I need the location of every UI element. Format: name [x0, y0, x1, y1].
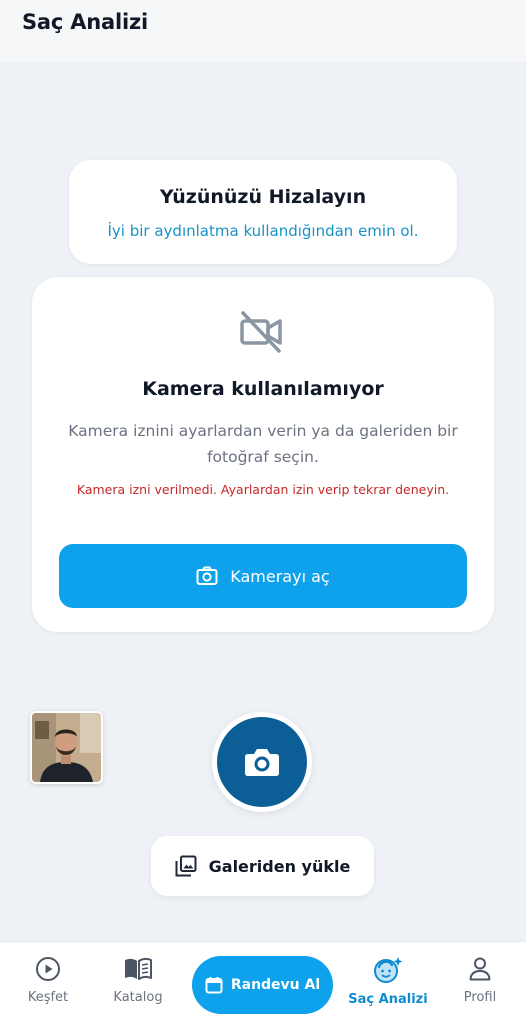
align-face-card: Yüzünüzü Hizalayın İyi bir aydınlatma ku…	[69, 160, 457, 264]
upload-from-gallery-button[interactable]: Galeriden yükle	[151, 836, 374, 896]
align-card-title: Yüzünüzü Hizalayın	[159, 186, 367, 208]
open-camera-button[interactable]: Kamerayı aç	[59, 544, 467, 608]
nav-label-profil: Profil	[463, 990, 497, 1005]
camera-unavailable-card: Kamera kullanılamıyor Kamera iznini ayar…	[32, 277, 494, 632]
nav-item-kesfet[interactable]: Keşfet	[0, 956, 96, 1005]
screen: Saç Analizi Yüzünüzü Hizalayın İyi bir a…	[0, 0, 526, 1024]
capture-button-inner	[217, 717, 307, 807]
capture-button[interactable]	[212, 712, 312, 812]
calendar-icon	[205, 977, 223, 994]
gallery-button-label: Galeriden yükle	[208, 856, 351, 876]
camera-icon	[196, 566, 218, 585]
nav-label-sac-analizi: Saç Analizi	[348, 992, 428, 1007]
face-sparkle-icon	[374, 957, 403, 983]
bottom-navigation: Keşfet Katalog Randevu Al Saç Analizi Pr…	[0, 941, 526, 1024]
nav-label-katalog: Katalog	[113, 990, 163, 1005]
align-card-subtitle: İyi bir aydınlatma kullandığından emin o…	[107, 222, 419, 240]
last-photo-thumbnail[interactable]	[30, 711, 103, 784]
nav-label-kesfet: Keşfet	[27, 990, 69, 1005]
book-appointment-button[interactable]: Randevu Al	[192, 956, 333, 1014]
profile-photo	[32, 713, 101, 782]
book-icon	[125, 957, 152, 980]
play-circle-icon	[36, 957, 60, 981]
open-camera-label: Kamerayı aç	[230, 566, 330, 586]
camera-off-icon	[240, 311, 282, 353]
camera-icon	[245, 749, 279, 776]
appointment-label: Randevu Al	[230, 977, 321, 993]
page-title: Saç Analizi	[22, 10, 149, 34]
person-icon	[469, 957, 491, 981]
gallery-icon	[175, 855, 197, 877]
camera-card-title: Kamera kullanılamıyor	[142, 378, 384, 400]
camera-permission-error: Kamera izni verilmedi. Ayarlardan izin v…	[76, 482, 450, 497]
app-header: Saç Analizi	[0, 0, 526, 62]
camera-card-description: Kamera iznini ayarlardan verin ya da gal…	[68, 422, 458, 466]
nav-item-sac-analizi[interactable]: Saç Analizi	[340, 956, 436, 1007]
nav-item-katalog[interactable]: Katalog	[90, 956, 186, 1005]
nav-item-profil[interactable]: Profil	[432, 956, 526, 1005]
